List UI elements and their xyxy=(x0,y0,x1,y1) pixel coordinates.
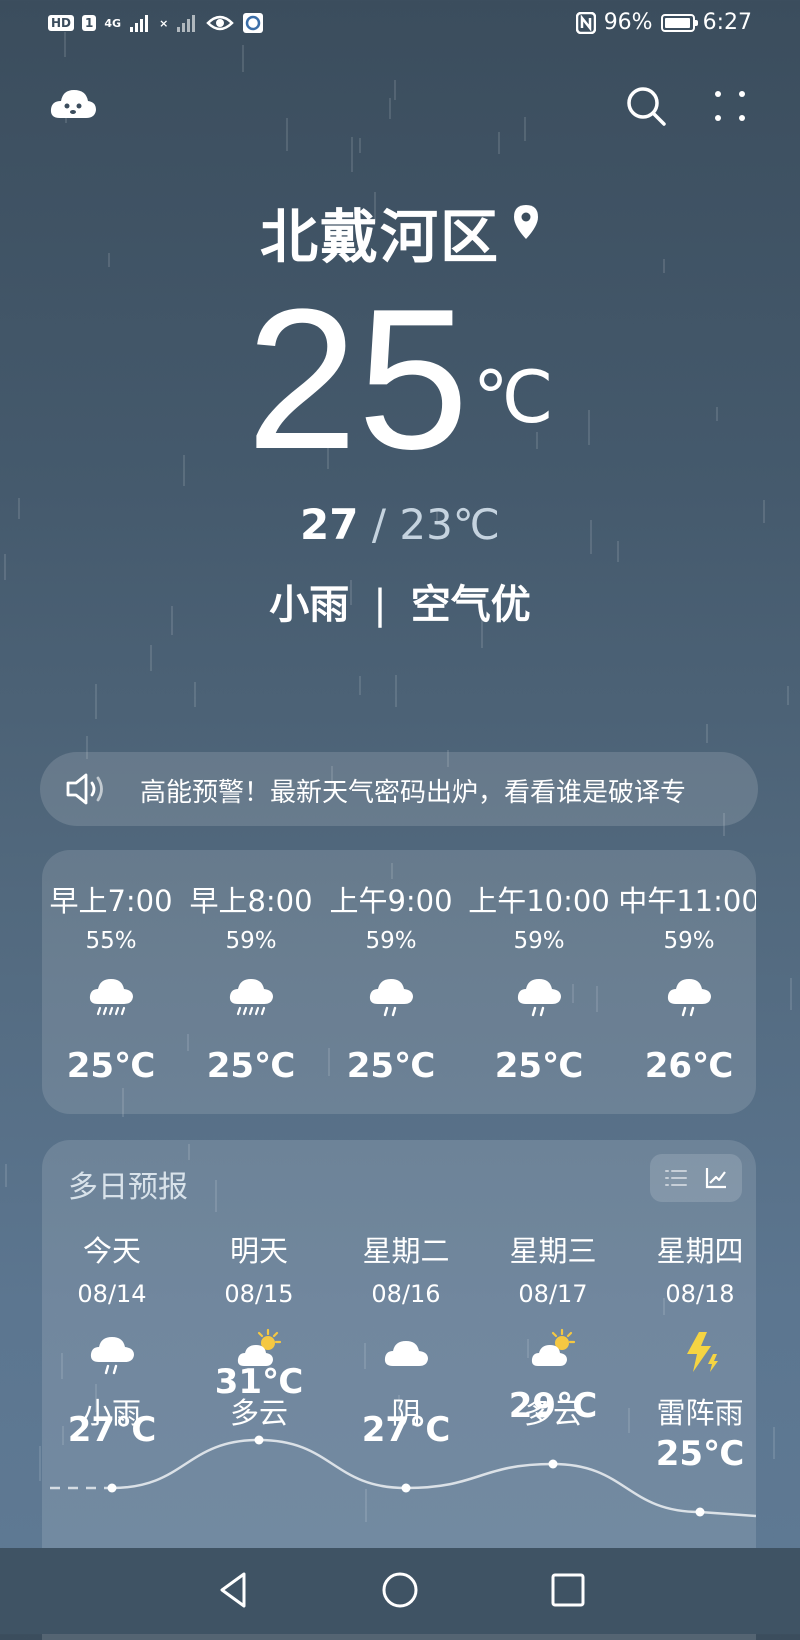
home-icon[interactable] xyxy=(380,1570,420,1610)
hourly-item[interactable]: 上午9:00 59% 25℃ xyxy=(316,850,466,1114)
hd-badge: HD xyxy=(48,15,75,31)
sim-badge: 1 xyxy=(82,15,97,31)
alert-banner[interactable]: 高能预警！最新天气密码出炉，看看谁是破译专 xyxy=(40,752,758,826)
hourly-temp: 25℃ xyxy=(494,1046,584,1086)
hourly-time: 中午11:00 xyxy=(618,884,756,918)
hourly-humidity: 59% xyxy=(663,928,715,954)
current-temp-unit: ℃ xyxy=(472,358,554,438)
nfc-icon xyxy=(575,11,596,34)
signal-bars-2-icon xyxy=(177,15,196,32)
daily-day: 星期三 xyxy=(509,1234,597,1268)
hourly-temp: 25℃ xyxy=(206,1046,296,1086)
alert-text: 高能预警！最新天气密码出炉，看看谁是破译专 xyxy=(140,778,687,808)
search-icon[interactable] xyxy=(624,84,668,128)
air-quality[interactable]: 空气优 xyxy=(411,582,531,628)
high-low-separator: / xyxy=(371,500,386,549)
daily-high-temp: 25℃ xyxy=(655,1434,745,1474)
daily-date: 08/18 xyxy=(665,1280,735,1308)
daily-day: 星期四 xyxy=(656,1234,744,1268)
condition-summary: 小雨 | 空气优 xyxy=(0,572,800,630)
hourly-humidity: 59% xyxy=(513,928,565,954)
clock-time: 6:27 xyxy=(702,10,752,35)
weather-condition: 小雨 xyxy=(269,582,350,628)
today-low: 23℃ xyxy=(399,500,500,549)
city-name: 北戴河区 xyxy=(259,203,500,271)
thunderstorm-icon xyxy=(687,1332,718,1372)
speaker-icon xyxy=(66,773,103,805)
signal-4g-label: 4G xyxy=(104,16,122,30)
recent-apps-icon[interactable] xyxy=(548,1570,588,1610)
daily-date: 08/16 xyxy=(371,1280,441,1308)
battery-fill xyxy=(664,17,690,28)
top-action-bar xyxy=(0,76,800,136)
today-high: 27 xyxy=(300,500,359,549)
hourly-item[interactable]: 早上8:00 59% 25℃ xyxy=(176,850,326,1114)
light-rain-icon xyxy=(369,979,413,1017)
overcast-icon xyxy=(384,1341,428,1366)
status-bar: HD 1 4G × 96% 6:27 xyxy=(0,0,800,52)
daily-day: 今天 xyxy=(82,1234,141,1268)
battery-percent: 96% xyxy=(603,10,653,35)
condition-divider: | xyxy=(373,582,387,628)
hourly-humidity: 59% xyxy=(365,928,417,954)
signal-no-service-label: × xyxy=(159,16,169,30)
light-rain-icon xyxy=(90,1337,134,1375)
daily-condition: 雷阵雨 xyxy=(656,1396,744,1430)
hourly-time: 早上7:00 xyxy=(49,884,173,918)
daily-high-temp: 27℃ xyxy=(361,1410,451,1450)
battery-icon xyxy=(660,13,698,32)
city-title[interactable]: 北戴河区 xyxy=(0,190,800,274)
location-pin-icon xyxy=(514,205,538,239)
hourly-item[interactable]: 早上7:00 55% 25℃ xyxy=(42,850,186,1114)
signal-bars-icon xyxy=(130,15,149,32)
light-rain-icon xyxy=(517,979,561,1017)
light-rain-icon xyxy=(667,979,711,1017)
daily-high-temp: 27℃ xyxy=(67,1410,157,1450)
hourly-temp: 25℃ xyxy=(346,1046,436,1086)
hourly-temp: 25℃ xyxy=(66,1046,156,1086)
daily-high-temp: 31℃ xyxy=(214,1362,304,1402)
app-notification-icon xyxy=(243,13,264,33)
more-menu-icon[interactable] xyxy=(712,88,748,124)
back-icon[interactable] xyxy=(214,1570,254,1610)
daily-day: 星期二 xyxy=(362,1234,450,1268)
system-navigation-bar xyxy=(0,1548,800,1634)
hourly-temp: 26℃ xyxy=(644,1046,734,1086)
daily-date: 08/15 xyxy=(224,1280,294,1308)
daily-day: 明天 xyxy=(229,1234,288,1268)
hourly-humidity: 55% xyxy=(85,928,137,954)
rain-cloud-icon xyxy=(89,979,133,1016)
hourly-time: 早上8:00 xyxy=(189,884,313,918)
daily-high-temp: 29℃ xyxy=(508,1386,598,1426)
hourly-item[interactable]: 中午11:00 59% 26℃ xyxy=(614,850,756,1114)
hourly-item[interactable]: 上午10:00 59% 25℃ xyxy=(464,850,614,1114)
daily-date: 08/14 xyxy=(77,1280,147,1308)
hourly-humidity: 59% xyxy=(225,928,277,954)
partly-cloudy-icon xyxy=(531,1328,576,1366)
hourly-time: 上午10:00 xyxy=(468,884,610,918)
daily-date: 08/17 xyxy=(518,1280,588,1308)
current-temperature: 25℃ xyxy=(0,280,800,480)
high-low-temps: 27 / 23℃ xyxy=(0,500,800,549)
rain-cloud-icon xyxy=(229,979,273,1016)
weather-cloud-icon[interactable] xyxy=(48,84,98,124)
hourly-forecast-card[interactable]: 早上7:00 55% 25℃ 早上8:00 59% 25℃ 上午9:00 59% 25℃ 上午10… xyxy=(42,850,756,1114)
hourly-time: 上午9:00 xyxy=(329,884,453,918)
eye-icon xyxy=(206,15,235,31)
current-temp-value: 25 xyxy=(246,268,469,491)
